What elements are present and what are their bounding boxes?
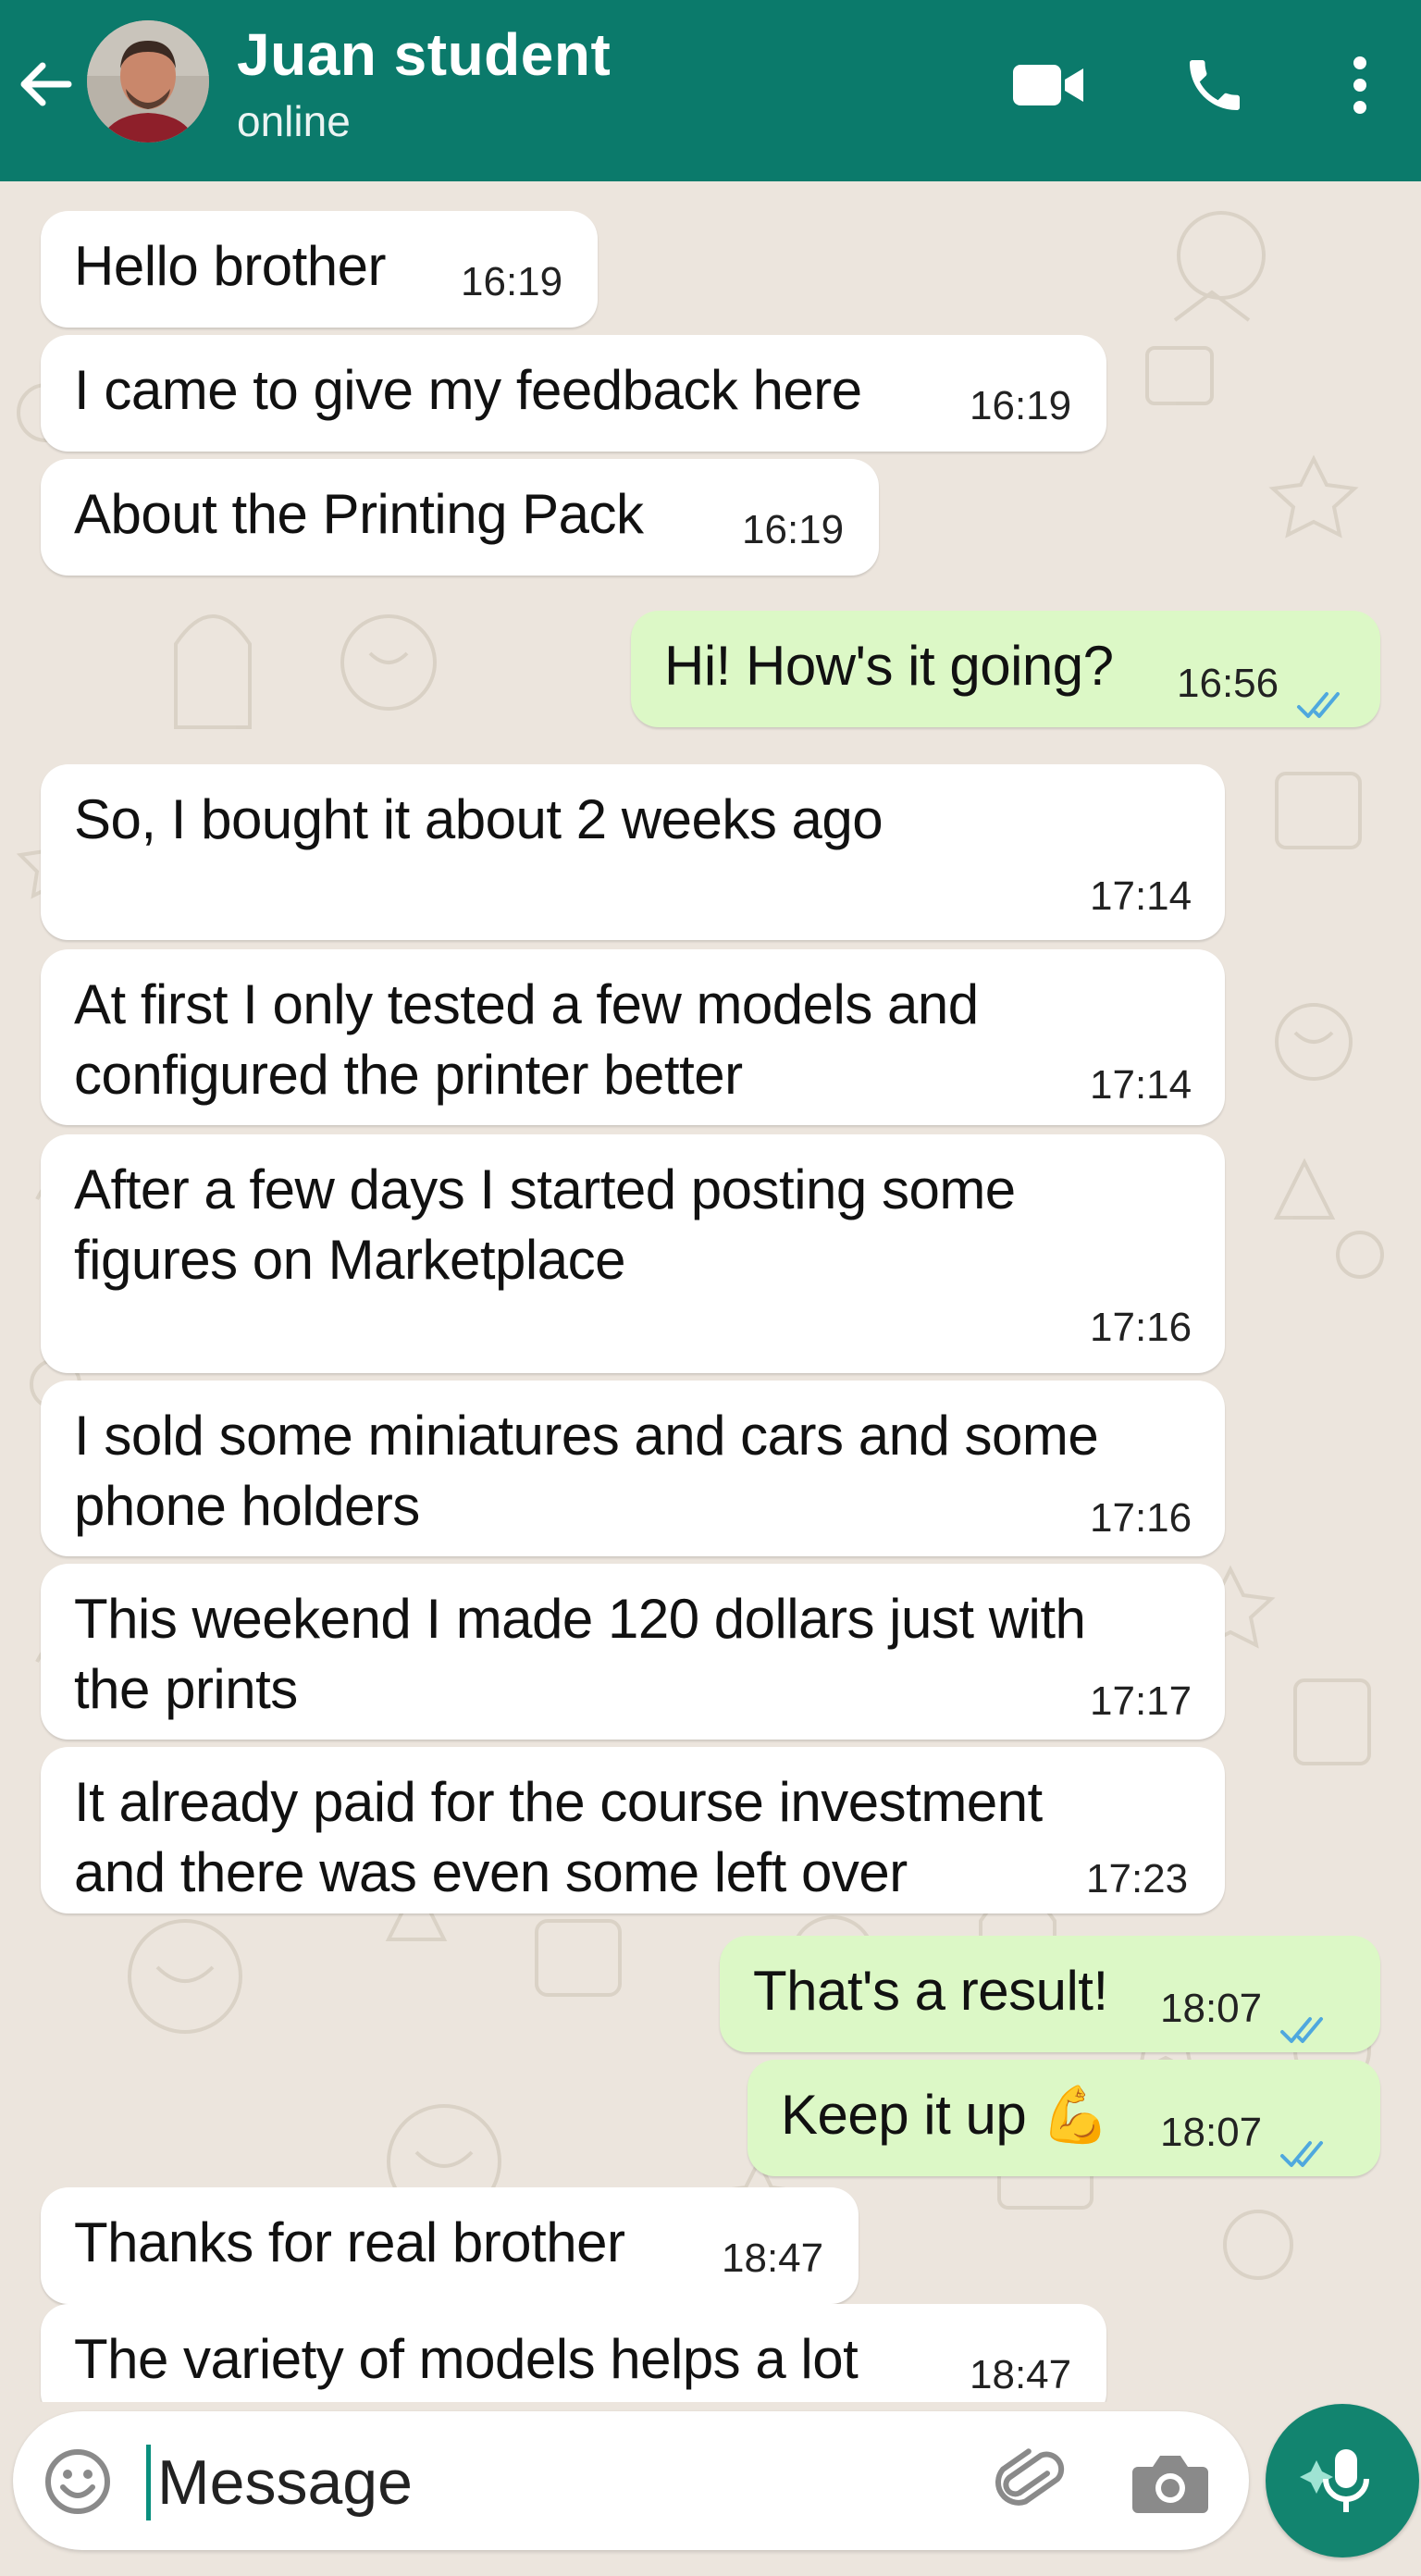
incoming-message[interactable]: So, I bought it about 2 weeks ago 17:14: [41, 764, 1225, 940]
chat-header: Juan student online: [0, 0, 1421, 181]
incoming-message[interactable]: Hello brother 16:19: [41, 211, 598, 328]
message-time: 18:47: [722, 2235, 824, 2281]
emoji-icon[interactable]: [41, 2445, 115, 2519]
phone-icon: [1190, 60, 1240, 110]
message-text: About the Printing Pack: [74, 483, 644, 545]
incoming-message[interactable]: I sold some miniatures and cars and some…: [41, 1381, 1225, 1556]
message-text: At first I only tested a few models and …: [74, 973, 979, 1106]
message-text: Hello brother: [74, 235, 387, 297]
message-text: This weekend I made 120 dollars just wit…: [74, 1588, 1086, 1720]
message-time: 16:19: [461, 259, 563, 304]
message-text: I came to give my feedback here: [74, 359, 862, 421]
incoming-message[interactable]: I came to give my feedback here 16:19: [41, 335, 1106, 452]
message-time: 17:23: [1086, 1856, 1189, 1901]
message-time: 16:56: [1177, 661, 1279, 706]
incoming-message[interactable]: After a few days I started posting some …: [41, 1134, 1225, 1373]
incoming-message[interactable]: Thanks for real brother 18:47: [41, 2187, 859, 2304]
incoming-message[interactable]: It already paid for the course investmen…: [41, 1747, 1225, 1913]
avatar[interactable]: [87, 20, 209, 142]
message-time: 16:19: [970, 383, 1072, 428]
double-check-icon: [1279, 2117, 1332, 2167]
message-text: That's a result!: [753, 1960, 1108, 2022]
video-call-icon: [1013, 65, 1083, 105]
message-text: I sold some miniatures and cars and some…: [74, 1405, 1099, 1537]
outgoing-message[interactable]: Keep it up 💪 18:07: [748, 2060, 1380, 2176]
double-check-icon: [1279, 1993, 1332, 2043]
incoming-message[interactable]: This weekend I made 120 dollars just wit…: [41, 1564, 1225, 1740]
voice-record-button[interactable]: [1266, 2404, 1419, 2557]
chat-area[interactable]: Hello brother 16:19 I came to give my feed…: [0, 181, 1421, 2402]
incoming-message[interactable]: About the Printing Pack 16:19: [41, 459, 879, 576]
message-text: Hi! How's it going?: [664, 635, 1114, 697]
message-time: 16:19: [742, 507, 845, 552]
outgoing-message[interactable]: Hi! How's it going? 16:56: [631, 611, 1380, 727]
message-text: Thanks for real brother: [74, 2211, 625, 2273]
message-text: So, I bought it about 2 weeks ago: [74, 788, 883, 850]
message-time: 17:14: [1090, 873, 1192, 919]
message-time: 17:14: [1090, 1062, 1192, 1108]
voice-call-button[interactable]: [1173, 48, 1256, 122]
message-time: 17:16: [1090, 1495, 1192, 1541]
message-text: After a few days I started posting some …: [74, 1158, 1016, 1291]
message-time: 17:17: [1090, 1678, 1192, 1724]
double-check-icon: [1295, 668, 1349, 718]
contact-name[interactable]: Juan student: [237, 20, 611, 89]
message-time: 18:07: [1160, 1986, 1263, 2031]
video-call-button[interactable]: [1007, 48, 1090, 122]
mic-icon: [1300, 2449, 1369, 2512]
message-text: It already paid for the course investmen…: [74, 1771, 1043, 1903]
text-cursor: [146, 2445, 151, 2520]
back-arrow-icon[interactable]: [13, 52, 78, 117]
message-input[interactable]: [157, 2441, 944, 2524]
message-time: 17:16: [1090, 1305, 1192, 1350]
contact-status: online: [237, 97, 351, 145]
more-options-button[interactable]: [1332, 48, 1388, 122]
attach-icon[interactable]: [990, 2443, 1069, 2522]
camera-icon[interactable]: [1131, 2446, 1210, 2519]
more-options-icon: [1353, 56, 1366, 114]
message-text: Keep it up 💪: [781, 2084, 1110, 2146]
message-time: 18:07: [1160, 2110, 1263, 2155]
incoming-message[interactable]: The variety of models helps a lot 18:47: [41, 2304, 1106, 2402]
outgoing-message[interactable]: That's a result! 18:07: [720, 1936, 1380, 2052]
message-composer: [13, 2411, 1249, 2550]
message-text: The variety of models helps a lot: [74, 2328, 859, 2390]
message-time: 18:47: [970, 2352, 1072, 2397]
avatar-photo: [87, 20, 209, 142]
incoming-message[interactable]: At first I only tested a few models and …: [41, 949, 1225, 1125]
